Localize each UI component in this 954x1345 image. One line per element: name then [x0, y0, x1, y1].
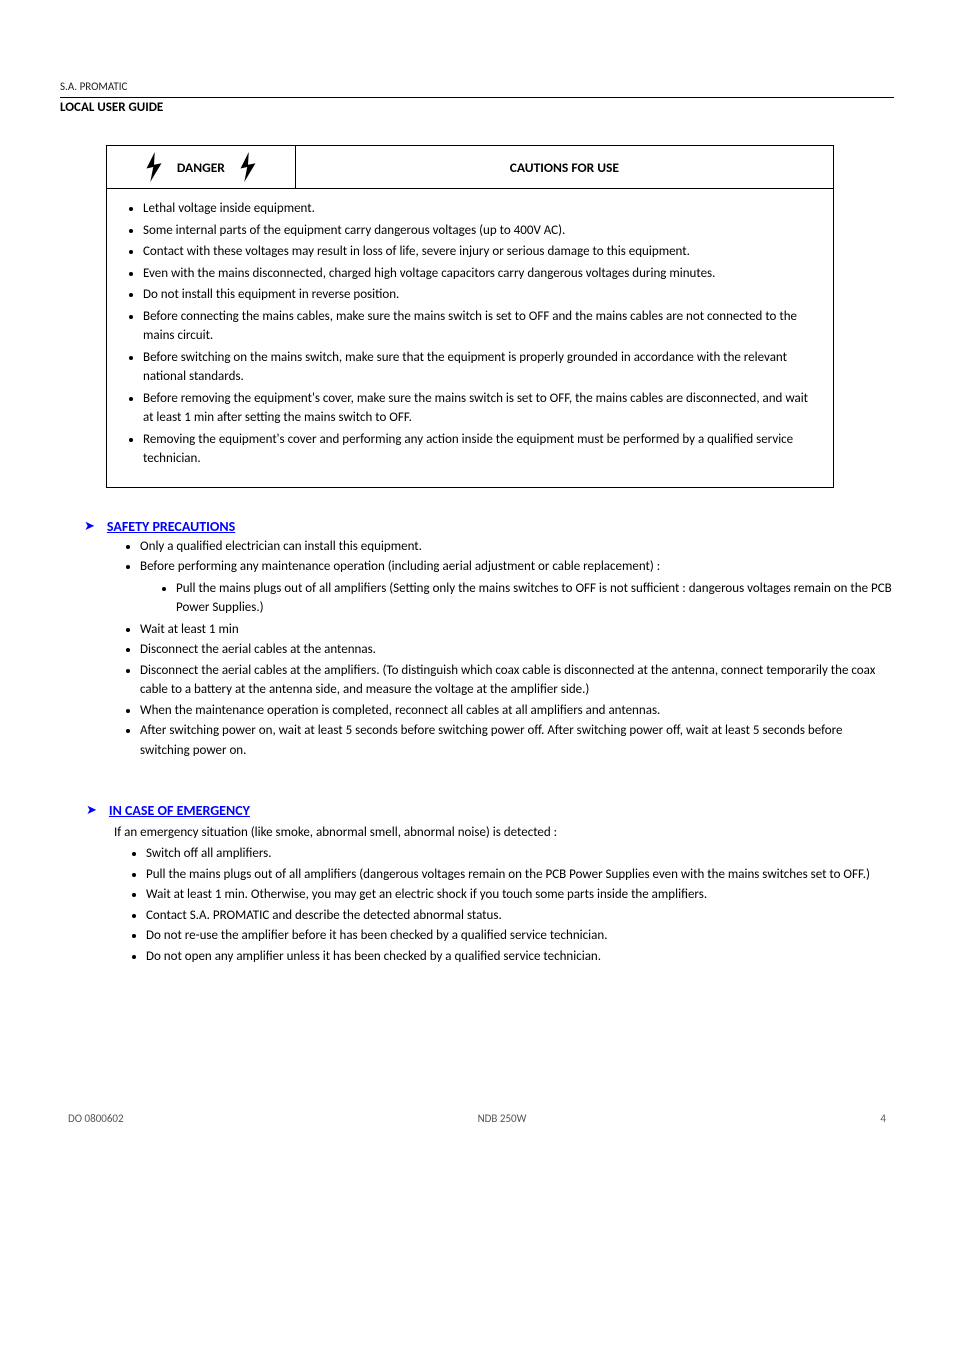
list-item: Contact with these voltages may result i…	[143, 242, 817, 262]
list-item: Do not re-use the amplifier before it ha…	[146, 926, 894, 946]
list-item: Only a qualified electrician can install…	[140, 537, 894, 557]
list-item: Contact S.A. PROMATIC and describe the d…	[146, 906, 894, 926]
list-item: Even with the mains disconnected, charge…	[143, 264, 817, 284]
cautions-caption: CAUTIONS FOR USE	[296, 146, 833, 188]
footer-model: NDB 250W	[478, 1112, 527, 1125]
list-item: Disconnect the aerial cables at the ante…	[140, 640, 894, 660]
footer-doc-id: DO 0800602	[68, 1112, 124, 1125]
arrow-bullet-icon: ➤	[86, 804, 97, 817]
emergency-title: IN CASE OF EMERGENCY	[109, 802, 250, 819]
list-item: Wait at least 1 min. Otherwise, you may …	[146, 885, 894, 905]
arrow-bullet-icon: ➤	[84, 520, 95, 533]
lightning-bolt-icon	[145, 152, 163, 182]
warning-box: DANGER CAUTIONS FOR USE Lethal voltage i…	[106, 145, 834, 488]
list-item: Disconnect the aerial cables at the ampl…	[140, 661, 894, 700]
list-item: Switch off all amplifiers.	[146, 844, 894, 864]
list-item: Before switching on the mains switch, ma…	[143, 348, 817, 387]
list-item: Before performing any maintenance operat…	[140, 557, 894, 577]
emergency-section: ➤ IN CASE OF EMERGENCY If an emergency s…	[114, 802, 894, 966]
cautions-label: CAUTIONS FOR USE	[510, 159, 619, 176]
list-item: Pull the mains plugs out of all amplifie…	[146, 865, 894, 885]
safety-precautions-section: ➤ SAFETY PRECAUTIONS Only a qualified el…	[84, 518, 894, 761]
list-item: Do not install this equipment in reverse…	[143, 285, 817, 305]
safety-list: Only a qualified electrician can install…	[84, 537, 894, 577]
list-item: Removing the equipment's cover and perfo…	[143, 430, 817, 469]
lightning-bolt-icon	[239, 152, 257, 182]
list-item: Some internal parts of the equipment car…	[143, 221, 817, 241]
danger-label: DANGER	[177, 159, 225, 176]
list-item: Pull the mains plugs out of all amplifie…	[176, 579, 894, 618]
list-item: Do not open any amplifier unless it has …	[146, 947, 894, 967]
footer-page-number: 4	[880, 1112, 886, 1125]
company-name: S.A. PROMATIC	[60, 80, 894, 93]
list-item: Wait at least 1 min	[140, 620, 894, 640]
list-item: When the maintenance operation is comple…	[140, 701, 894, 721]
list-item: Before connecting the mains cables, make…	[143, 307, 817, 346]
danger-caption: DANGER	[107, 146, 296, 188]
safety-title: SAFETY PRECAUTIONS	[107, 518, 235, 535]
list-item: After switching power on, wait at least …	[140, 721, 894, 760]
warning-list: Lethal voltage inside equipment. Some in…	[107, 199, 833, 469]
safety-list-cont: Wait at least 1 min Disconnect the aeria…	[84, 620, 894, 761]
guide-title: LOCAL USER GUIDE	[60, 100, 894, 115]
emergency-list: Switch off all amplifiers. Pull the main…	[114, 844, 894, 966]
page-footer: DO 0800602 NDB 250W 4	[60, 1112, 894, 1125]
list-item: Before removing the equipment's cover, m…	[143, 389, 817, 428]
list-item: Lethal voltage inside equipment.	[143, 199, 817, 219]
emergency-lead: If an emergency situation (like smoke, a…	[114, 825, 894, 840]
